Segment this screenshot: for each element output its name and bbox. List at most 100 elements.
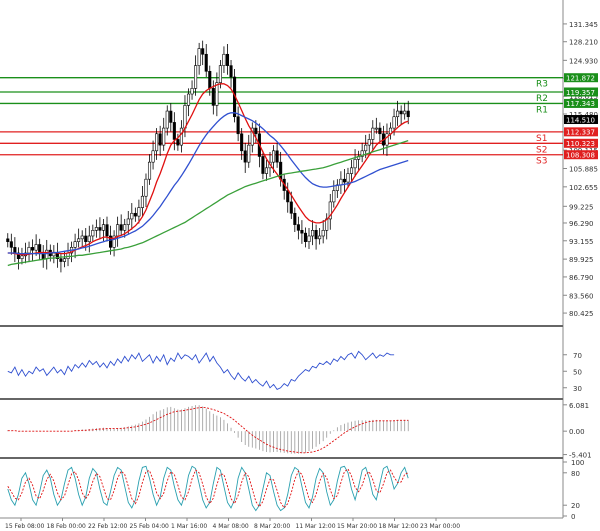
candle-body — [318, 235, 322, 240]
candle-body — [286, 190, 290, 203]
candle-body — [296, 224, 300, 231]
price-tick-label: 86.790 — [569, 274, 594, 282]
candle-body — [126, 218, 130, 225]
x-tick-label: 4 Mar 08:00 — [213, 523, 249, 530]
candle-body — [59, 258, 63, 262]
candle-body — [243, 150, 247, 163]
price-tick-label: 80.425 — [569, 310, 594, 318]
x-tick-label: 15 Feb 08:00 — [5, 523, 45, 530]
level-label-s1: S1 — [536, 134, 547, 144]
candle-body — [31, 247, 35, 251]
separator-stochastic — [0, 457, 563, 459]
candle-body — [385, 133, 389, 146]
candle-body — [87, 235, 91, 242]
candle-body — [20, 255, 24, 259]
x-tick-label: 15 Mar 20:00 — [337, 523, 377, 530]
x-tick-label: 18 Feb 00:00 — [47, 523, 87, 530]
candle-body — [116, 224, 120, 237]
candle-body — [342, 178, 346, 183]
candle-body — [144, 178, 148, 197]
candle-body — [155, 133, 159, 152]
stoch-line-1 — [7, 465, 409, 512]
candle-body — [247, 144, 251, 163]
candle-body — [197, 48, 201, 66]
candle-body — [406, 110, 410, 118]
candle-body — [45, 249, 49, 259]
x-tick-label: 1 Mar 16:00 — [171, 523, 207, 530]
candle-body — [62, 258, 67, 262]
price-tick-label: 96.290 — [569, 220, 594, 228]
macd-tick-label: 6.081 — [569, 402, 589, 410]
rsi-tick-label: 70 — [573, 352, 582, 360]
candle-body — [204, 53, 208, 72]
candle-body — [349, 167, 354, 174]
candle-body — [169, 110, 173, 123]
candle-body — [303, 232, 307, 242]
price-tick-label: 89.925 — [569, 256, 594, 264]
candle-body — [190, 88, 194, 95]
candle-body — [261, 156, 265, 174]
x-tick-label: 11 Mar 12:00 — [296, 523, 336, 530]
candle-body — [240, 133, 244, 152]
candle-body — [140, 195, 144, 208]
candle-body — [218, 65, 222, 83]
macd-tick-label: 0.00 — [569, 428, 585, 436]
price-tick-label: 131.345 — [569, 21, 598, 29]
candle-body — [73, 241, 77, 248]
candle-body — [279, 161, 283, 180]
candle-body — [275, 150, 279, 163]
rsi-tick-label: 50 — [573, 368, 582, 376]
level-label-r1: R1 — [536, 105, 548, 115]
price-box-label: 117.343 — [566, 100, 595, 108]
candle-body — [186, 93, 191, 106]
candle-body — [321, 230, 325, 237]
candle-body — [123, 224, 127, 231]
x-tick-label: 8 Mar 20:00 — [254, 523, 290, 530]
candle-body — [222, 53, 226, 66]
stoch-tick-label: 80 — [571, 470, 580, 478]
candle-body — [98, 227, 102, 231]
candle-body — [208, 71, 212, 89]
forex-chart: 131.345128.210124.930121.805118.615115.4… — [0, 0, 598, 530]
candle-body — [272, 150, 276, 163]
stoch-tick-label: 0 — [571, 513, 575, 521]
candle-body — [91, 230, 95, 237]
candle-body — [254, 127, 258, 135]
candle-body — [392, 116, 396, 129]
price-tick-label: 83.560 — [569, 292, 594, 300]
candle-body — [201, 48, 205, 55]
candle-body — [133, 212, 137, 217]
candle-body — [215, 82, 219, 106]
stoch-tick-label: 20 — [571, 502, 580, 510]
candle-body — [307, 235, 311, 242]
candle-body — [77, 238, 81, 242]
candle-body — [179, 127, 183, 146]
candle-body — [346, 173, 350, 183]
candle-body — [137, 207, 141, 217]
candle-body — [84, 235, 88, 242]
candle-body — [264, 167, 269, 174]
candle-body — [183, 105, 187, 129]
x-tick-label: 18 Mar 12:00 — [379, 523, 419, 530]
rsi-line — [7, 350, 395, 390]
candle-body — [158, 133, 162, 146]
candle-body — [374, 127, 378, 130]
candle-body — [293, 212, 297, 225]
candle-body — [332, 190, 336, 203]
price-tick-label: 99.225 — [569, 203, 594, 211]
candle-body — [94, 227, 98, 231]
candle-body — [34, 244, 38, 251]
candle-body — [176, 139, 180, 146]
candle-body — [399, 110, 403, 115]
candle-body — [119, 224, 123, 231]
candle-body — [311, 230, 315, 237]
separator-macd — [0, 398, 563, 400]
price-box-label: 119.357 — [566, 89, 595, 97]
candle-body — [300, 230, 304, 234]
candle-body — [378, 127, 382, 135]
candle-body — [38, 244, 42, 254]
candle-body — [229, 65, 233, 78]
candle-body — [225, 53, 230, 66]
price-box-label: 114.510 — [566, 116, 595, 124]
candle-body — [80, 235, 84, 240]
